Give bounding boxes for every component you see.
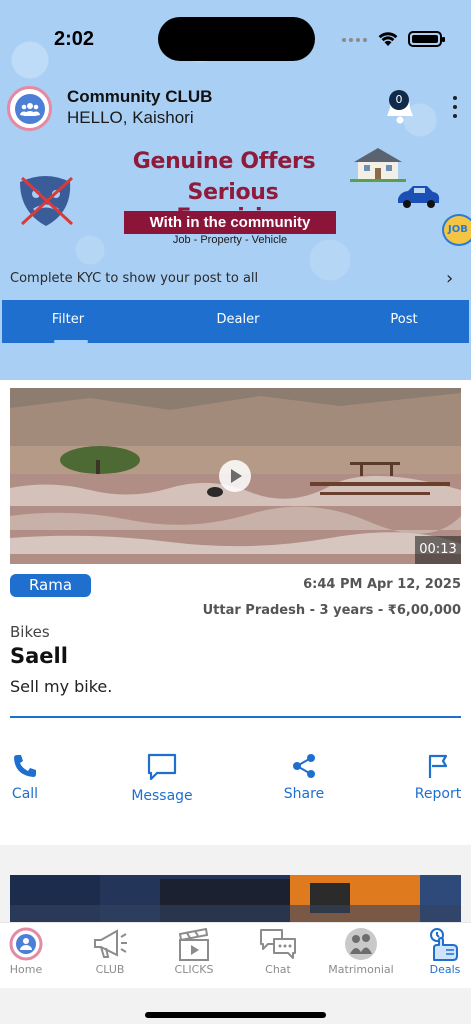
tab-active-indicator [54,340,88,343]
people-icon [14,93,45,124]
nav-home-label: Home [9,963,43,976]
nav-deals[interactable]: Deals [405,925,471,976]
next-post-image [10,875,461,923]
battery-icon [408,31,445,47]
post-category: Bikes [10,623,50,641]
play-icon[interactable] [219,460,251,492]
mask-icon [20,176,74,226]
call-label: Call [11,786,39,802]
home-indicator [145,1012,326,1018]
flag-icon [428,754,448,778]
nav-matrimonial-label: Matrimonial [328,963,394,976]
next-post-thumbnail[interactable] [10,875,461,923]
dynamic-island [158,17,315,61]
report-label: Report [414,786,462,802]
video-duration: 00:13 [415,536,461,564]
tab-filter[interactable]: Filter [22,300,114,343]
wifi-icon [378,32,398,46]
call-button[interactable]: Call [0,752,50,802]
nav-matrimonial[interactable]: Matrimonial [321,925,401,976]
nav-clicks-label: CLICKS [174,963,214,976]
car-icon [398,186,440,208]
couple-icon [345,928,377,960]
user-badge[interactable]: Rama [10,574,91,597]
message-icon [147,753,177,781]
post-description: Sell my bike. [10,677,113,696]
deals-icon [430,928,458,961]
megaphone-icon [94,929,127,958]
tab-dealer[interactable]: Dealer [192,300,284,343]
share-icon [293,754,315,778]
banner-strip: With in the community [124,211,336,234]
post-card: 00:13 Rama 6:44 PM Apr 12, 2025 Uttar Pr… [0,380,471,845]
job-badge: JOB [442,214,471,246]
post-title: Saell [10,644,68,668]
divider [10,716,461,718]
nav-chat-label: Chat [265,963,291,976]
signal-icon [342,38,367,42]
report-button[interactable]: Report [406,752,470,802]
kyc-banner[interactable]: Complete KYC to show your post to all › [0,262,471,296]
nav-home[interactable]: Home [0,925,66,976]
home-icon [9,927,43,961]
nav-clicks[interactable]: CLICKS [154,925,234,976]
nav-club-label: CLUB [95,963,125,976]
post-timestamp: 6:44 PM Apr 12, 2025 [303,577,461,592]
tab-bar: Filter Dealer Post [2,300,469,343]
greeting-text: HELLO, Kaishori [67,108,194,127]
more-vert-icon[interactable] [452,96,458,118]
video-thumbnail[interactable]: 00:13 [10,388,461,564]
app-screen: 2:02 Community CLUB HELLO, Kaishori 0 Ge… [0,0,471,1024]
tab-post[interactable]: Post [358,300,450,343]
bottom-nav: Home CLUB CLICKS Chat Matrimonial Deals [0,922,471,988]
chevron-right-icon: › [446,268,454,289]
banner-subtitle: Job - Property - Vehicle [172,234,288,246]
status-time: 2:02 [54,28,95,50]
notification-count-badge: 0 [389,90,409,110]
nav-chat[interactable]: Chat [238,925,318,976]
app-logo[interactable] [7,86,52,131]
house-icon [350,148,406,182]
post-meta: Uttar Pradesh - 3 years - ₹6,00,000 [202,603,461,618]
share-label: Share [283,786,325,802]
nav-club[interactable]: CLUB [70,925,150,976]
banner-headline-1: Genuine Offers [132,149,316,174]
clapperboard-icon [178,927,209,961]
chat-icon [260,929,296,959]
phone-icon [14,755,36,777]
kyc-text: Complete KYC to show your post to all [10,271,259,286]
message-button[interactable]: Message [122,752,202,804]
nav-deals-label: Deals [429,963,461,976]
share-button[interactable]: Share [274,752,334,802]
message-label: Message [131,788,193,804]
app-title: Community CLUB [67,87,213,106]
status-bar: 2:02 [0,0,471,80]
